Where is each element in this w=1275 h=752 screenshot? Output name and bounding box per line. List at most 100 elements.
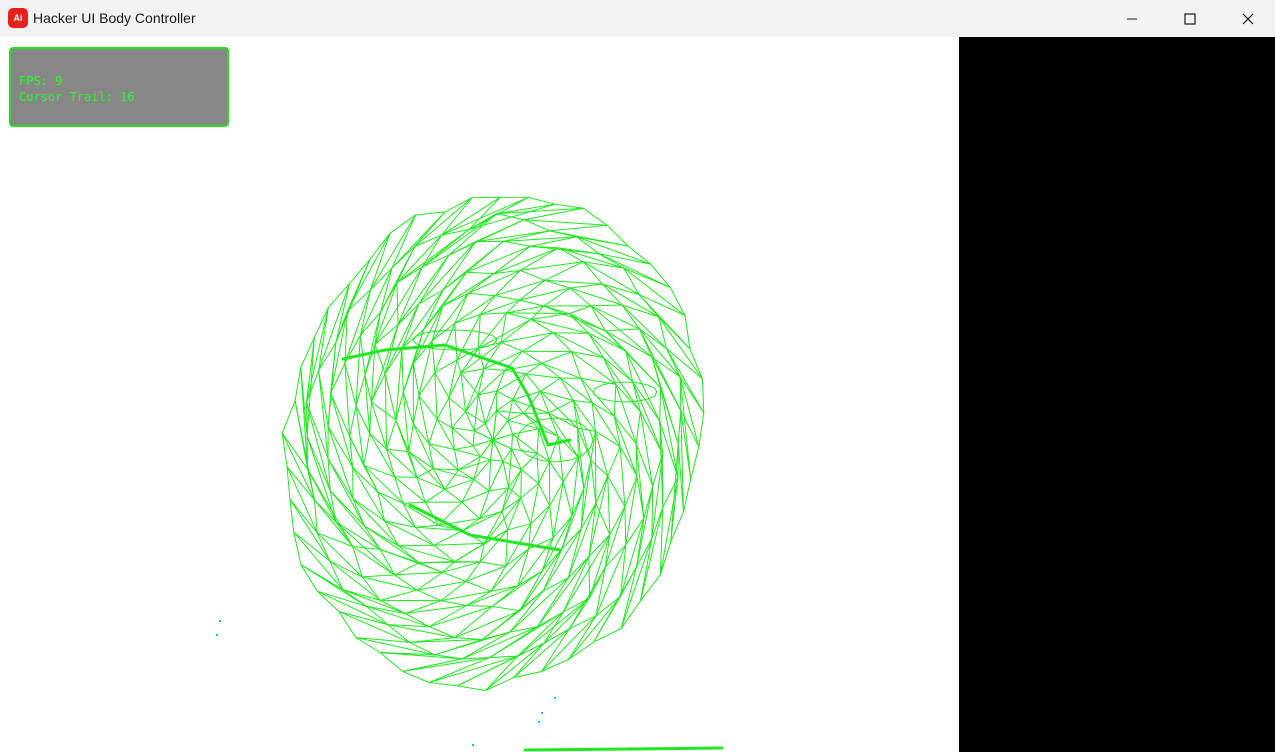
mesh-edge (647, 384, 655, 389)
mesh-edge (549, 436, 559, 462)
mesh-edge (540, 391, 550, 414)
mesh-edge (425, 488, 446, 503)
mesh-edge (433, 468, 475, 480)
mesh-edge (440, 581, 467, 601)
mesh-edge (289, 498, 331, 562)
mesh-edge (528, 505, 551, 550)
mesh-edge (387, 624, 411, 643)
mesh-edge (520, 469, 522, 499)
mesh-edge (595, 544, 627, 616)
mesh-edge (398, 544, 435, 547)
mesh-edge (588, 556, 591, 598)
mesh-edge (454, 323, 458, 360)
mesh-edge (281, 400, 296, 434)
mesh-edge (448, 372, 462, 399)
mesh-edge (293, 531, 344, 590)
mesh-edge (561, 488, 585, 550)
mesh-edge (607, 475, 611, 535)
mesh-edge (581, 424, 591, 432)
mesh-edge (454, 329, 472, 332)
mesh-edge (511, 434, 514, 450)
fps-readout: FPS: 9 (19, 74, 63, 88)
mesh-edge (624, 400, 638, 403)
mesh-edge (614, 415, 637, 445)
mesh-edge (412, 363, 420, 396)
mesh-edge (472, 439, 494, 447)
mesh-edge (683, 479, 692, 512)
mesh-edge (492, 439, 504, 462)
mesh-edge (428, 418, 438, 444)
minimize-icon (1127, 18, 1137, 19)
mesh-edge (490, 565, 507, 592)
mesh-edge (496, 390, 513, 401)
mesh-edge (355, 637, 410, 643)
mesh-edge (576, 236, 651, 265)
mesh-edge (636, 485, 654, 568)
mesh-edge (562, 481, 573, 517)
mesh-edge (429, 682, 458, 687)
mesh-edge (369, 232, 391, 260)
mesh-edge (701, 378, 705, 413)
mesh-edge (402, 658, 463, 672)
mesh-edge (625, 517, 645, 546)
mesh-edge (544, 279, 603, 285)
mesh-edge (434, 639, 483, 656)
mesh-edge (528, 196, 556, 205)
mesh-edge (405, 605, 467, 614)
mesh-edge (496, 410, 509, 421)
mesh-edge (620, 566, 637, 629)
mesh-edge (394, 562, 420, 576)
mesh-edge (433, 542, 485, 546)
mesh-edge (416, 476, 445, 490)
close-button[interactable] (1219, 0, 1275, 37)
mesh-edge (488, 459, 492, 492)
mesh-edge (542, 548, 563, 592)
mesh-edge (562, 556, 590, 613)
mesh-edge (521, 469, 539, 484)
mesh-edge (624, 506, 627, 545)
mesh-edge (483, 497, 522, 544)
mesh-edge (522, 350, 543, 364)
mesh-edge (394, 476, 417, 478)
mesh-edge (401, 348, 404, 393)
mesh-edge (595, 384, 603, 389)
mesh-edge (530, 318, 554, 334)
mesh-edge (363, 464, 395, 478)
mesh-edge (416, 589, 442, 602)
mesh-edge (386, 448, 409, 453)
mesh-edge (607, 446, 621, 477)
mesh-edge (519, 247, 559, 271)
mesh-edge (549, 224, 608, 232)
mesh-edge (500, 319, 532, 343)
mesh-edge (386, 419, 397, 450)
mesh-edge (289, 498, 318, 534)
mesh-edge (480, 456, 491, 461)
mesh-edge (369, 401, 372, 434)
mesh-edge (553, 332, 589, 334)
mesh-edge (438, 348, 456, 351)
mesh-edge (384, 520, 416, 528)
mesh-edge (554, 459, 570, 463)
mesh-edge (580, 460, 592, 529)
mesh-edge (516, 439, 521, 449)
mesh-edge (444, 469, 459, 490)
mesh-edge (418, 254, 450, 305)
minimize-button[interactable] (1103, 0, 1161, 37)
mesh-edge (352, 546, 395, 576)
mesh-edge (425, 330, 439, 334)
mesh-edge (329, 560, 363, 578)
mesh-edge (434, 372, 450, 399)
mesh-edge (506, 312, 570, 315)
mesh-edge (594, 431, 597, 504)
mesh-edge (412, 339, 417, 345)
mesh-edge (456, 359, 462, 374)
mesh-edge (650, 263, 671, 288)
mesh-edge (665, 348, 705, 414)
mesh-edge (541, 362, 581, 379)
mesh-edge (552, 332, 572, 352)
mesh-edge (454, 445, 474, 450)
maximize-button[interactable] (1161, 0, 1219, 37)
mesh-edge (555, 203, 584, 209)
mesh-edge (409, 641, 435, 656)
mesh-edge (454, 542, 485, 563)
